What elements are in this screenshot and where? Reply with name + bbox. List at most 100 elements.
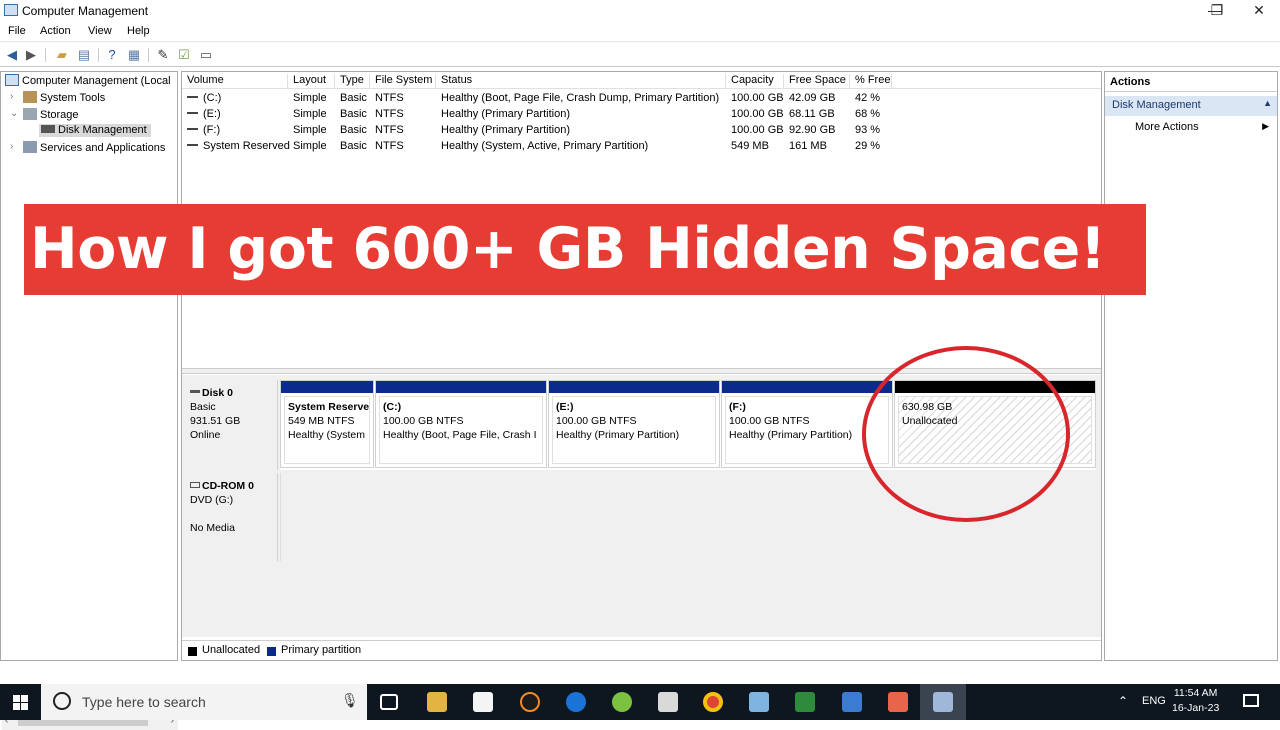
notifications-icon[interactable] (1243, 694, 1259, 707)
partition-status: Healthy (Boot, Page File, Crash I (383, 429, 537, 441)
app-icon[interactable] (612, 692, 632, 712)
view-icon[interactable]: ▭ (198, 47, 214, 62)
help-icon[interactable]: ? (104, 47, 120, 62)
toolbar: ◀ ▶ ▰ ▤ ? ▦ ✎ ☑ ▭ (0, 43, 1280, 67)
partition-name: (E:) (556, 401, 574, 413)
disk-0-state: Online (190, 429, 221, 441)
cell-status: Healthy (Boot, Page File, Crash Dump, Pr… (441, 92, 720, 104)
chevron-down-icon[interactable]: ⌄ (10, 108, 18, 119)
cell-free-space: 92.90 GB (789, 124, 836, 136)
menu-help[interactable]: Help (127, 25, 150, 37)
chevron-right-icon[interactable]: › (10, 91, 13, 102)
camtasia-icon[interactable] (795, 692, 815, 712)
submenu-arrow-icon[interactable]: ▶ (1262, 121, 1269, 132)
show-hide-tree-icon[interactable]: ▤ (76, 47, 92, 62)
microphone-icon[interactable]: 🎙 (341, 692, 359, 709)
cell-layout: Simple (293, 92, 327, 104)
table-row[interactable]: (C:) Simple Basic NTFS Healthy (Boot, Pa… (182, 92, 1101, 107)
column-type[interactable]: Type (335, 74, 370, 89)
store-icon[interactable] (473, 692, 493, 712)
remote-desktop-icon[interactable] (842, 692, 862, 712)
cell-volume: (C:) (203, 92, 222, 104)
menu-view[interactable]: View (88, 25, 112, 37)
cell-free-space: 68.11 GB (789, 108, 835, 120)
actions-section-disk-management[interactable]: Disk Management ▲ (1105, 96, 1277, 116)
up-folder-icon[interactable]: ▰ (54, 47, 70, 62)
menu-file[interactable]: File (8, 25, 26, 37)
tree-item-storage[interactable]: ⌄ Storage (10, 108, 79, 121)
partition-size: 100.00 GB NTFS (556, 415, 637, 427)
cdrom-name: CD-ROM 0 (202, 480, 254, 492)
tree-item-services[interactable]: › Services and Applications (10, 141, 165, 154)
language-indicator[interactable]: ENG (1142, 695, 1166, 707)
table-row[interactable]: System Reserved Simple Basic NTFS Health… (182, 140, 1101, 155)
chevron-up-icon[interactable]: ⌃ (1118, 694, 1128, 708)
check-icon[interactable]: ☑ (176, 47, 192, 62)
column-layout[interactable]: Layout (288, 74, 335, 89)
cdrom-media: No Media (190, 522, 235, 534)
media-player-icon[interactable] (520, 692, 540, 712)
disk-0-name: Disk 0 (202, 387, 233, 399)
cell-layout: Simple (293, 108, 327, 120)
partition-e[interactable]: (E:) 100.00 GB NTFS Healthy (Primary Par… (548, 380, 720, 468)
navigation-tree: Computer Management (Local › System Tool… (0, 71, 178, 730)
notes-icon[interactable] (749, 692, 769, 712)
cdrom-drive: DVD (G:) (190, 494, 234, 506)
column-capacity[interactable]: Capacity (726, 74, 784, 89)
partition-system-reserved[interactable]: System Reserve 549 MB NTFS Healthy (Syst… (280, 380, 374, 468)
clock[interactable]: 11:54 AM 16-Jan-23 (1172, 686, 1219, 716)
close-button[interactable]: ✕ (1238, 0, 1280, 22)
active-app-computer-management[interactable] (920, 684, 966, 720)
properties-icon[interactable]: ▦ (126, 47, 142, 62)
cell-percent-free: 68 % (855, 108, 881, 120)
cell-layout: Simple (293, 124, 327, 136)
disk-0-type: Basic (190, 401, 216, 413)
edge-browser-icon[interactable] (566, 692, 586, 712)
more-actions[interactable]: More Actions (1135, 121, 1199, 133)
menu-action[interactable]: Action (40, 25, 71, 37)
disk-0-label[interactable]: Disk 0 Basic 931.51 GB Online (182, 380, 278, 470)
cdrom-0-label[interactable]: CD-ROM 0 DVD (G:) No Media (182, 473, 278, 561)
storage-icon (23, 108, 37, 120)
calculator-icon[interactable] (658, 692, 678, 712)
cell-status: Healthy (Primary Partition) (441, 124, 570, 136)
services-icon (23, 141, 37, 153)
recorder-icon[interactable] (888, 692, 908, 712)
cell-file-system: NTFS (375, 140, 404, 152)
cell-volume: System Reserved (203, 140, 290, 152)
cell-volume: (E:) (203, 108, 221, 120)
actions-pane: Actions Disk Management ▲ More Actions ▶ (1104, 71, 1278, 661)
cdrom-icon (190, 482, 200, 488)
back-arrow-icon[interactable]: ◀ (4, 47, 20, 62)
taskbar-search[interactable]: Type here to search 🎙 (41, 684, 367, 720)
tree-item-disk-management[interactable]: Disk Management (39, 124, 151, 137)
column-free-space[interactable]: Free Space (784, 74, 850, 89)
chrome-icon[interactable] (703, 692, 723, 712)
maximize-button[interactable]: ❐ (1196, 0, 1238, 22)
file-explorer-icon[interactable] (427, 692, 447, 712)
connect-icon[interactable]: ✎ (155, 47, 171, 62)
cell-capacity: 549 MB (731, 140, 769, 152)
cell-type: Basic (340, 108, 367, 120)
legend-unallocated: Unallocated (202, 644, 261, 656)
unallocated-swatch (188, 647, 197, 656)
collapse-arrow-icon[interactable]: ▲ (1263, 98, 1272, 108)
chevron-right-icon[interactable]: › (10, 141, 13, 152)
cell-free-space: 42.09 GB (789, 92, 836, 104)
column-file-system[interactable]: File System (370, 74, 436, 89)
column-percent-free[interactable]: % Free (850, 74, 892, 89)
column-volume[interactable]: Volume (182, 74, 288, 89)
partition-c[interactable]: (C:) 100.00 GB NTFS Healthy (Boot, Page … (375, 380, 547, 468)
cell-capacity: 100.00 GB (731, 108, 784, 120)
forward-arrow-icon[interactable]: ▶ (23, 47, 39, 62)
table-row[interactable]: (F:) Simple Basic NTFS Healthy (Primary … (182, 124, 1101, 139)
task-view-icon[interactable] (380, 694, 398, 710)
volume-icon (187, 128, 198, 130)
partition-size: 100.00 GB NTFS (383, 415, 464, 427)
cell-percent-free: 42 % (855, 92, 881, 104)
tree-item-computer-management[interactable]: Computer Management (Local (5, 74, 171, 87)
windows-start-icon[interactable] (13, 695, 28, 710)
table-row[interactable]: (E:) Simple Basic NTFS Healthy (Primary … (182, 108, 1101, 123)
tree-item-system-tools[interactable]: › System Tools (10, 91, 105, 104)
column-status[interactable]: Status (436, 74, 726, 89)
